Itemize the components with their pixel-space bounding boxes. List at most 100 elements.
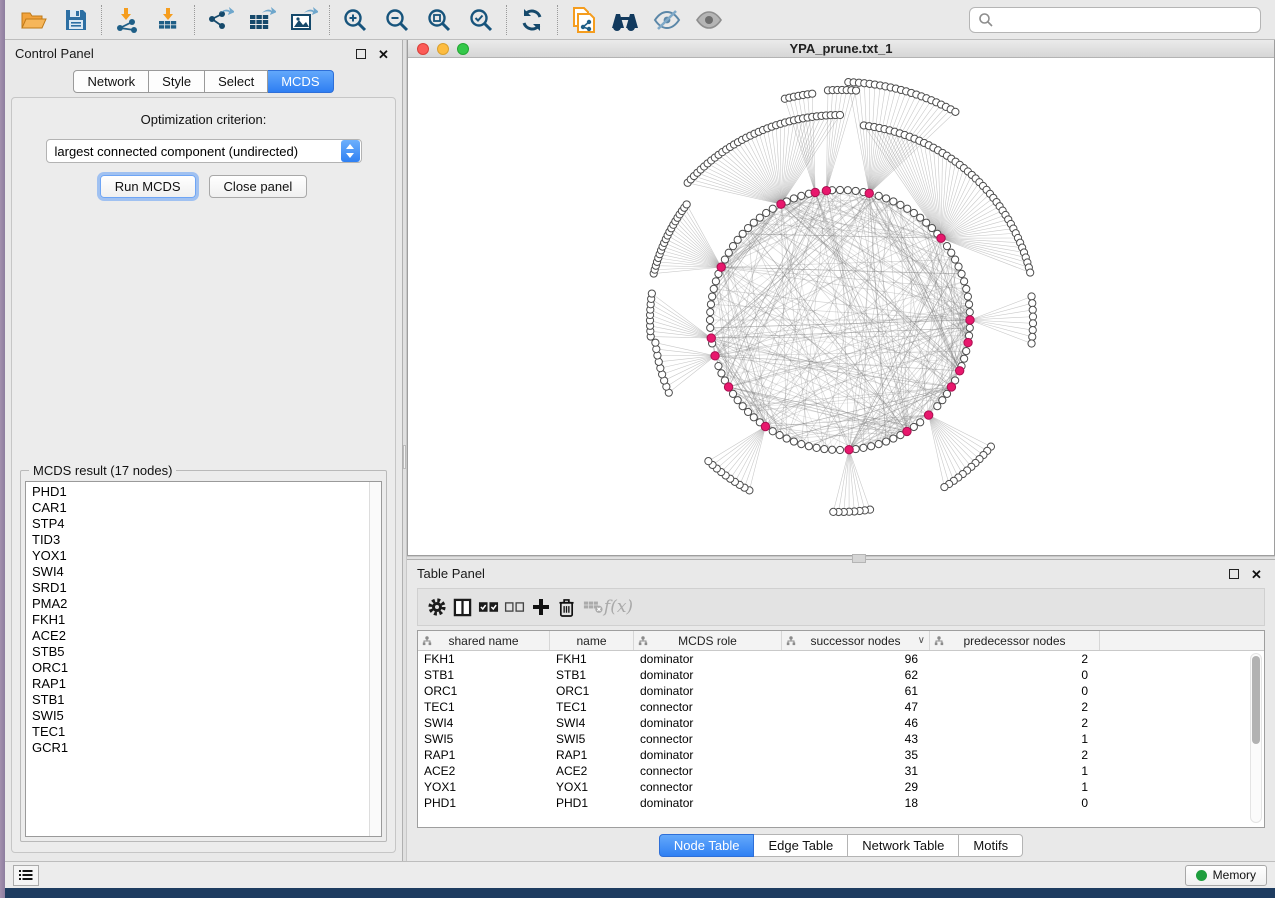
tab-node-table[interactable]: Node Table xyxy=(659,834,755,857)
create-column-button[interactable] xyxy=(528,593,553,621)
search-input[interactable] xyxy=(994,12,1252,27)
result-node-item[interactable]: SWI4 xyxy=(32,564,369,580)
criterion-select[interactable]: largest connected component (undirected) xyxy=(46,139,362,163)
cell-mcds_role: connector xyxy=(634,699,782,715)
memory-button[interactable]: Memory xyxy=(1185,865,1267,886)
apply-layout-button[interactable] xyxy=(511,3,553,37)
column-header-mcds_role[interactable]: MCDS role xyxy=(634,631,782,650)
column-header-successor_nodes[interactable]: successor nodes∨ xyxy=(782,631,930,650)
column-header-predecessor_nodes[interactable]: predecessor nodes xyxy=(930,631,1100,650)
table-row[interactable]: FKH1FKH1dominator962 xyxy=(418,651,1264,667)
deselect-all-button[interactable] xyxy=(502,593,527,621)
network-window-titlebar[interactable]: YPA_prune.txt_1 xyxy=(408,40,1274,58)
vertical-splitter[interactable] xyxy=(402,40,407,861)
close-mcds-panel-button[interactable]: Close panel xyxy=(209,175,308,198)
select-all-button[interactable] xyxy=(476,593,501,621)
toolbar-separator xyxy=(557,5,558,35)
main-toolbar xyxy=(5,0,1275,40)
result-node-item[interactable]: PHD1 xyxy=(32,484,369,500)
delete-column-button[interactable] xyxy=(554,593,579,621)
export-image-button[interactable] xyxy=(283,3,325,37)
zoom-fit-button[interactable] xyxy=(418,3,460,37)
result-node-item[interactable]: ACE2 xyxy=(32,628,369,644)
result-node-item[interactable]: YOX1 xyxy=(32,548,369,564)
first-neighbors-button[interactable] xyxy=(604,3,646,37)
shared-column-icon xyxy=(934,636,944,646)
float-table-panel-button[interactable] xyxy=(1229,567,1243,579)
run-mcds-button[interactable]: Run MCDS xyxy=(100,175,196,198)
result-list-scrollbar[interactable] xyxy=(369,482,381,836)
function-builder-button[interactable]: f(x) xyxy=(606,593,631,621)
mcds-result-list[interactable]: PHD1CAR1STP4TID3YOX1SWI4SRD1PMA2FKH1ACE2… xyxy=(25,481,382,837)
result-node-item[interactable]: RAP1 xyxy=(32,676,369,692)
close-panel-button[interactable]: ✕ xyxy=(378,47,392,59)
tab-edge-table[interactable]: Edge Table xyxy=(754,834,848,857)
tab-style[interactable]: Style xyxy=(149,70,205,93)
table-header-row: shared namenameMCDS rolesuccessor nodes∨… xyxy=(418,631,1264,651)
table-settings-button[interactable] xyxy=(424,593,449,621)
zoom-fit-icon xyxy=(426,7,452,33)
cell-name: RAP1 xyxy=(550,747,634,763)
result-node-item[interactable]: STB5 xyxy=(32,644,369,660)
result-node-item[interactable]: TEC1 xyxy=(32,724,369,740)
zoom-out-button[interactable] xyxy=(376,3,418,37)
result-node-item[interactable]: CAR1 xyxy=(32,500,369,516)
zoom-in-button[interactable] xyxy=(334,3,376,37)
tab-motifs[interactable]: Motifs xyxy=(959,834,1023,857)
hide-selected-button[interactable] xyxy=(646,3,688,37)
search-box[interactable] xyxy=(969,7,1261,33)
save-session-button[interactable] xyxy=(55,3,97,37)
export-table-icon xyxy=(248,7,276,33)
cell-predecessor_nodes: 1 xyxy=(930,763,1100,779)
show-column-button[interactable] xyxy=(450,593,475,621)
table-row[interactable]: YOX1YOX1connector291 xyxy=(418,779,1264,795)
cell-successor_nodes: 31 xyxy=(782,763,930,779)
result-node-item[interactable]: STB1 xyxy=(32,692,369,708)
table-row[interactable]: STB1STB1dominator620 xyxy=(418,667,1264,683)
table-row[interactable]: SWI4SWI4dominator462 xyxy=(418,715,1264,731)
task-history-button[interactable] xyxy=(13,865,39,886)
tab-network[interactable]: Network xyxy=(73,70,149,93)
network-graph[interactable] xyxy=(408,58,1274,555)
result-node-item[interactable]: ORC1 xyxy=(32,660,369,676)
table-row[interactable]: ACE2ACE2connector311 xyxy=(418,763,1264,779)
import-network-button[interactable] xyxy=(106,3,148,37)
result-node-item[interactable]: FKH1 xyxy=(32,612,369,628)
cell-name: FKH1 xyxy=(550,651,634,667)
tab-mcds[interactable]: MCDS xyxy=(268,70,333,93)
result-node-item[interactable]: GCR1 xyxy=(32,740,369,756)
column-header-shared_name[interactable]: shared name xyxy=(418,631,550,650)
tab-network-table[interactable]: Network Table xyxy=(848,834,959,857)
export-table-button[interactable] xyxy=(241,3,283,37)
show-all-button[interactable] xyxy=(688,3,730,37)
table-scrollbar[interactable] xyxy=(1250,653,1262,823)
import-table-button[interactable] xyxy=(148,3,190,37)
tab-select[interactable]: Select xyxy=(205,70,268,93)
new-network-from-selection-button[interactable] xyxy=(562,3,604,37)
result-node-item[interactable]: TID3 xyxy=(32,532,369,548)
column-header-name[interactable]: name xyxy=(550,631,634,650)
table-row[interactable]: TEC1TEC1connector472 xyxy=(418,699,1264,715)
table-row[interactable]: RAP1RAP1dominator352 xyxy=(418,747,1264,763)
float-panel-button[interactable] xyxy=(356,47,370,59)
splitter-handle[interactable] xyxy=(852,554,866,563)
result-node-item[interactable]: PMA2 xyxy=(32,596,369,612)
table-row[interactable]: ORC1ORC1dominator610 xyxy=(418,683,1264,699)
export-network-button[interactable] xyxy=(199,3,241,37)
zoom-selected-button[interactable] xyxy=(460,3,502,37)
result-node-item[interactable]: SWI5 xyxy=(32,708,369,724)
delete-table-button[interactable] xyxy=(580,593,605,621)
cell-name: ORC1 xyxy=(550,683,634,699)
table-row[interactable]: PHD1PHD1dominator180 xyxy=(418,795,1264,811)
table-row[interactable]: SWI5SWI5connector431 xyxy=(418,731,1264,747)
open-session-button[interactable] xyxy=(13,3,55,37)
close-table-panel-button[interactable]: ✕ xyxy=(1251,567,1265,579)
cell-mcds_role: connector xyxy=(634,763,782,779)
result-node-item[interactable]: STP4 xyxy=(32,516,369,532)
node-table[interactable]: shared namenameMCDS rolesuccessor nodes∨… xyxy=(417,630,1265,828)
scrollbar-thumb[interactable] xyxy=(1252,656,1260,744)
network-canvas[interactable] xyxy=(408,58,1274,555)
horizontal-splitter[interactable] xyxy=(407,556,1275,560)
result-node-item[interactable]: SRD1 xyxy=(32,580,369,596)
splitter-handle[interactable] xyxy=(403,445,406,469)
